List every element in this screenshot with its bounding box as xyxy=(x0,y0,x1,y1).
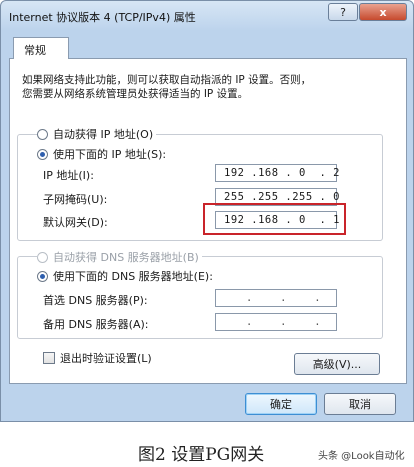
help-button[interactable]: ? xyxy=(328,3,358,21)
ok-button[interactable]: 确定 xyxy=(245,393,317,415)
window-title: Internet 协议版本 4 (TCP/IPv4) 属性 xyxy=(9,11,196,24)
manual-dns-label: 使用下面的 DNS 服务器地址(E): xyxy=(53,270,213,283)
checkbox-icon xyxy=(43,352,55,364)
manual-dns-radio[interactable]: 使用下面的 DNS 服务器地址(E): xyxy=(37,268,216,284)
radio-circle-icon xyxy=(37,251,48,263)
gateway-highlight-box xyxy=(203,203,346,235)
description-text: 如果网络支持此功能，则可以获取自动指派的 IP 设置。否则， 您需要从网络系统管… xyxy=(22,73,311,101)
auto-dns-radio[interactable]: 自动获得 DNS 服务器地址(B) xyxy=(37,249,202,265)
description-line-2: 您需要从网络系统管理员处获得适当的 IP 设置。 xyxy=(22,88,249,100)
default-gateway-label: 默认网关(D): xyxy=(43,216,108,229)
close-button[interactable]: x xyxy=(359,3,407,21)
alternate-dns-label: 备用 DNS 服务器(A): xyxy=(43,318,149,331)
tcpip-properties-dialog: Internet 协议版本 4 (TCP/IPv4) 属性 ? x 常规 如果网… xyxy=(0,0,414,422)
auto-ip-radio[interactable]: 自动获得 IP 地址(O) xyxy=(37,126,157,142)
radio-selected-icon xyxy=(37,148,48,160)
manual-ip-radio[interactable]: 使用下面的 IP 地址(S): xyxy=(37,146,170,162)
cancel-button[interactable]: 取消 xyxy=(324,393,396,415)
watermark-text: 头条 @Look自动化 xyxy=(318,451,405,462)
subnet-mask-label: 子网掩码(U): xyxy=(43,193,108,206)
alternate-dns-input[interactable]: . . . xyxy=(215,313,337,331)
auto-dns-label: 自动获得 DNS 服务器地址(B) xyxy=(53,251,199,264)
preferred-dns-input[interactable]: . . . xyxy=(215,289,337,307)
figure-caption: 图2 设置PG网关 xyxy=(138,445,265,465)
validate-settings-checkbox[interactable]: 退出时验证设置(L) xyxy=(43,350,152,366)
advanced-button[interactable]: 高级(V)... xyxy=(294,353,380,375)
description-line-1: 如果网络支持此功能，则可以获取自动指派的 IP 设置。否则， xyxy=(22,74,312,86)
radio-selected-icon xyxy=(37,270,48,282)
manual-ip-label: 使用下面的 IP 地址(S): xyxy=(53,148,167,161)
ip-address-label: IP 地址(I): xyxy=(43,169,94,182)
tab-general[interactable]: 常规 xyxy=(13,37,69,59)
ip-address-input[interactable]: 192 .168 . 0 . 2 xyxy=(215,164,339,182)
auto-ip-label: 自动获得 IP 地址(O) xyxy=(53,128,154,141)
validate-settings-label: 退出时验证设置(L) xyxy=(60,352,152,365)
radio-circle-icon xyxy=(37,128,48,140)
preferred-dns-label: 首选 DNS 服务器(P): xyxy=(43,294,148,307)
